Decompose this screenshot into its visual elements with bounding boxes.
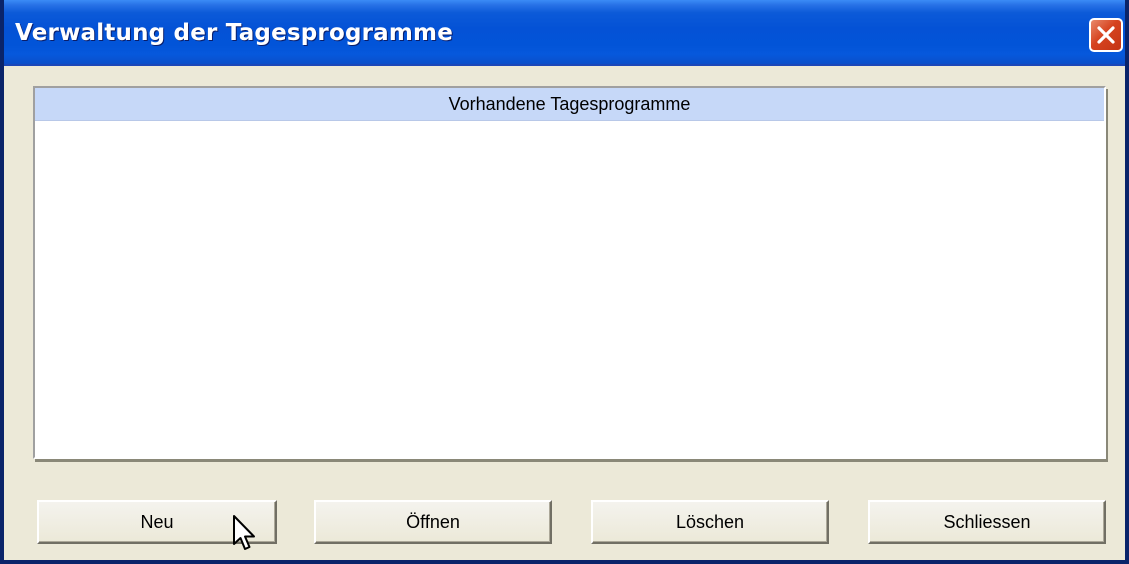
list-column-header[interactable]: Vorhandene Tagesprogramme: [35, 88, 1104, 121]
delete-button[interactable]: Löschen: [591, 500, 829, 544]
dialog-window: Verwaltung der Tagesprogramme Vorhandene…: [0, 0, 1129, 564]
window-title: Verwaltung der Tagesprogramme: [15, 20, 454, 46]
close-dialog-button[interactable]: Schliessen: [868, 500, 1106, 544]
tagesprogramme-list[interactable]: Vorhandene Tagesprogramme: [33, 86, 1106, 459]
title-bar[interactable]: Verwaltung der Tagesprogramme: [4, 0, 1125, 66]
close-icon: [1097, 26, 1115, 44]
new-button[interactable]: Neu: [37, 500, 277, 544]
close-button[interactable]: [1089, 18, 1123, 52]
open-button[interactable]: Öffnen: [314, 500, 552, 544]
list-body[interactable]: [35, 121, 1104, 457]
